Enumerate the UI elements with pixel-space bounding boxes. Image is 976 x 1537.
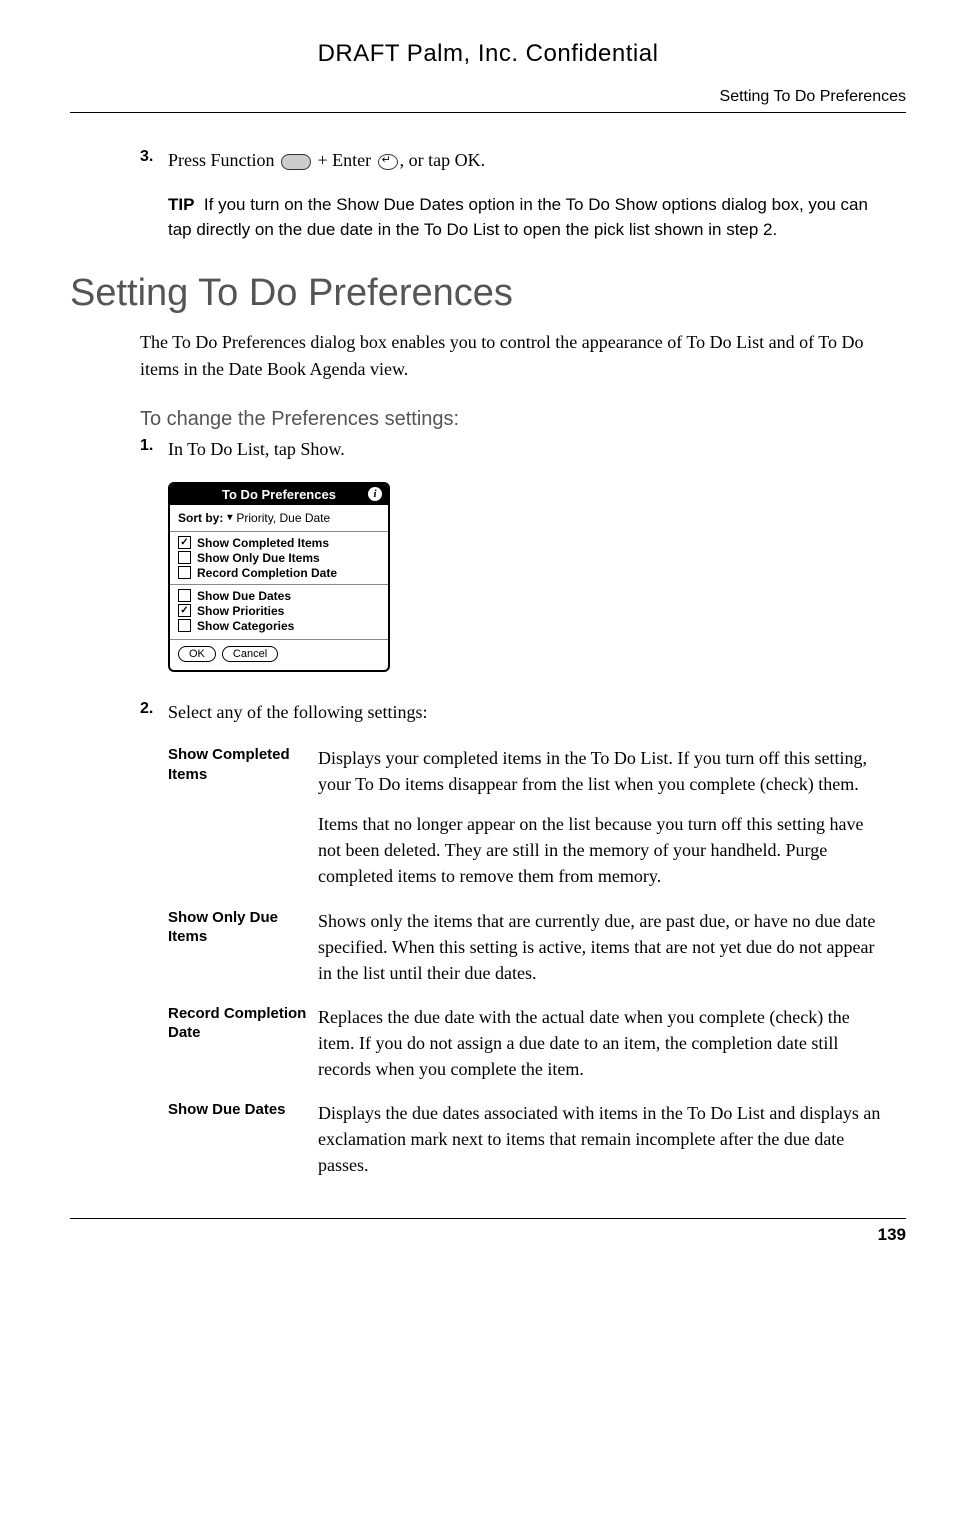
step-body: Press Function + Enter , or tap OK. [168,148,906,173]
setting-p: Displays the due dates associated with i… [318,1100,886,1178]
page-number: 139 [70,1218,906,1245]
checklist-1: Show Completed Items Show Only Due Items… [178,536,380,580]
ok-button[interactable]: OK [178,646,216,662]
tip-block: TIP If you turn on the Show Due Dates op… [168,193,886,242]
step-number: 3. [140,148,168,173]
setting-row: Show Completed Items Displays your compl… [168,745,886,889]
step-2: 2. Select any of the following settings: [140,700,906,725]
checkbox-show-only-due[interactable]: Show Only Due Items [178,551,380,565]
step-number: 1. [140,437,168,462]
setting-desc: Displays your completed items in the To … [318,745,886,889]
tip-text: If you turn on the Show Due Dates option… [168,195,868,239]
running-header: Setting To Do Preferences [70,88,906,113]
settings-table: Show Completed Items Displays your compl… [168,745,886,1178]
setting-name: Record Completion Date [168,1004,308,1082]
checkbox-record-completion[interactable]: Record Completion Date [178,566,380,580]
setting-name: Show Due Dates [168,1100,308,1178]
sortby-label: Sort by: [178,511,223,525]
procedure-heading: To change the Preferences settings: [140,408,906,431]
setting-desc: Shows only the items that are currently … [318,908,886,986]
checkbox-icon [178,551,191,564]
dialog-title: To Do Preferences [222,487,336,502]
setting-name: Show Completed Items [168,745,308,889]
checkbox-label: Show Due Dates [197,589,291,603]
setting-p: Replaces the due date with the actual da… [318,1004,886,1082]
checkbox-show-due-dates[interactable]: Show Due Dates [178,589,380,603]
sortby-row[interactable]: Sort by: ▾ Priority, Due Date [178,511,380,525]
setting-p: Displays your completed items in the To … [318,745,886,797]
checkbox-show-categories[interactable]: Show Categories [178,619,380,633]
sortby-value: Priority, Due Date [236,511,330,525]
todo-preferences-dialog: To Do Preferences i Sort by: ▾ Priority,… [168,482,390,672]
checkbox-show-completed[interactable]: Show Completed Items [178,536,380,550]
section-intro: The To Do Preferences dialog box enables… [140,329,906,381]
checkbox-label: Show Completed Items [197,536,329,550]
checkbox-label: Show Categories [197,619,294,633]
cancel-button[interactable]: Cancel [222,646,278,662]
setting-row: Record Completion Date Replaces the due … [168,1004,886,1082]
enter-key-icon [378,154,398,170]
setting-name: Show Only Due Items [168,908,308,986]
checkbox-icon [178,619,191,632]
dropdown-arrow-icon: ▾ [227,512,232,523]
step-body: Select any of the following settings: [168,700,906,725]
step-number: 2. [140,700,168,725]
step3-pre: Press Function [168,150,279,170]
dialog-titlebar: To Do Preferences i [170,484,388,505]
checkbox-label: Show Only Due Items [197,551,320,565]
draft-header: DRAFT Palm, Inc. Confidential [70,40,906,68]
divider [170,584,388,585]
setting-desc: Replaces the due date with the actual da… [318,1004,886,1082]
step-3: 3. Press Function + Enter , or tap OK. [140,148,906,173]
setting-p: Items that no longer appear on the list … [318,811,886,889]
divider [170,531,388,532]
checkbox-show-priorities[interactable]: Show Priorities [178,604,380,618]
setting-desc: Displays the due dates associated with i… [318,1100,886,1178]
step3-post: , or tap OK. [400,150,485,170]
checklist-2: Show Due Dates Show Priorities Show Cate… [178,589,380,633]
checkbox-icon [178,536,191,549]
step-body: In To Do List, tap Show. [168,437,906,462]
tip-label: TIP [168,195,194,214]
setting-row: Show Only Due Items Shows only the items… [168,908,886,986]
checkbox-label: Show Priorities [197,604,284,618]
checkbox-icon [178,604,191,617]
setting-p: Shows only the items that are currently … [318,908,886,986]
section-heading: Setting To Do Preferences [70,272,906,315]
checkbox-icon [178,566,191,579]
function-key-icon [281,154,311,170]
setting-row: Show Due Dates Displays the due dates as… [168,1100,886,1178]
step-1: 1. In To Do List, tap Show. [140,437,906,462]
info-icon[interactable]: i [368,487,382,501]
checkbox-icon [178,589,191,602]
step3-mid: + Enter [313,150,376,170]
checkbox-label: Record Completion Date [197,566,337,580]
